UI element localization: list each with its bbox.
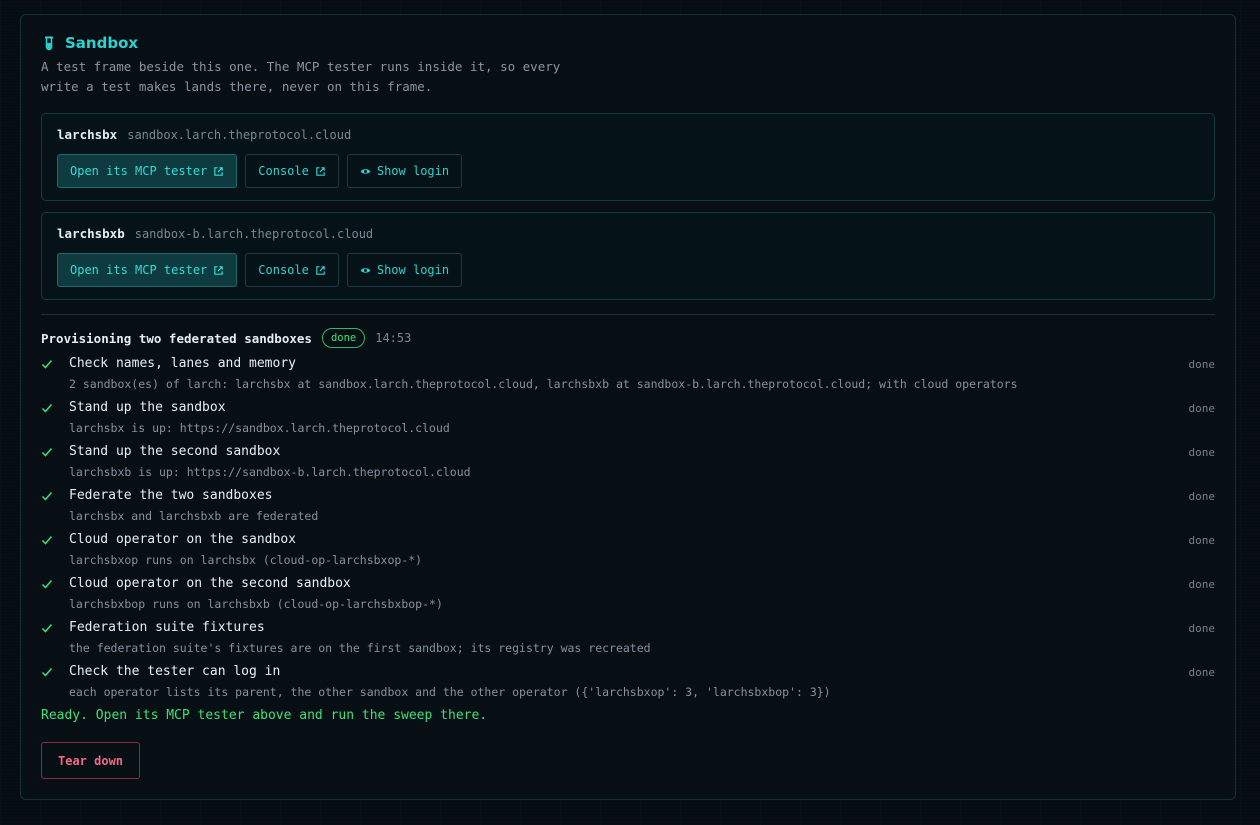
step-detail: larchsbx and larchsbxb are federated [69, 509, 319, 523]
test-tube-icon [45, 36, 53, 51]
open-mcp-tester-label: Open its MCP tester [70, 263, 208, 277]
step-item: Stand up the sandbox done larchsbx is up… [41, 399, 1215, 443]
open-mcp-tester-button[interactable]: Open its MCP tester [57, 154, 238, 188]
step-status: done [1188, 666, 1216, 679]
check-icon [41, 624, 53, 633]
external-link-icon [214, 166, 224, 176]
check-icon [41, 668, 53, 677]
step-item: Check names, lanes and memory done 2 san… [41, 355, 1215, 399]
provisioning-header: Provisioning two federated sandboxes don… [41, 327, 1215, 349]
step-item: Stand up the second sandbox done larchsb… [41, 443, 1215, 487]
step-detail: larchsbxbop runs on larchsbxb (cloud-op-… [69, 597, 443, 611]
sandbox-panel: Sandbox A test frame beside this one. Th… [20, 14, 1236, 800]
console-button[interactable]: Console [245, 154, 339, 188]
check-icon [41, 580, 53, 589]
external-link-icon [316, 265, 325, 275]
show-login-button[interactable]: Show login [346, 253, 463, 287]
sandbox-card-larchsbxb: larchsbxb sandbox-b.larch.theprotocol.cl… [41, 212, 1215, 300]
check-icon [41, 448, 53, 457]
step-detail: larchsbxb is up: https://sandbox-b.larch… [69, 465, 471, 479]
eye-icon [360, 267, 371, 273]
step-label: Cloud operator on the sandbox [69, 532, 296, 547]
step-item: Check the tester can log in done each op… [41, 663, 1215, 707]
open-mcp-tester-button[interactable]: Open its MCP tester [57, 253, 238, 287]
eye-icon [360, 168, 371, 174]
step-status: done [1188, 402, 1216, 415]
check-icon [41, 536, 53, 545]
panel-description: A test frame beside this one. The MCP te… [41, 59, 561, 94]
sandbox-name: larchsbxb [57, 226, 125, 241]
step-list: Check names, lanes and memory done 2 san… [41, 355, 1215, 707]
sandbox-host: sandbox.larch.theprotocol.cloud [127, 128, 352, 142]
step-detail: the federation suite's fixtures are on t… [69, 641, 651, 655]
step-status: done [1188, 578, 1216, 591]
check-icon [41, 492, 53, 501]
sandbox-host: sandbox-b.larch.theprotocol.cloud [134, 227, 374, 241]
provisioning-title: Provisioning two federated sandboxes [41, 330, 312, 346]
step-status: done [1188, 446, 1216, 459]
step-detail: larchsbx is up: https://sandbox.larch.th… [69, 421, 450, 435]
step-item: Cloud operator on the second sandbox don… [41, 575, 1215, 619]
external-link-icon [214, 265, 224, 275]
step-label: Stand up the second sandbox [69, 444, 281, 459]
step-item: Federation suite fixtures done the feder… [41, 619, 1215, 663]
panel-header: Sandbox [41, 33, 1215, 53]
step-status: done [1188, 534, 1216, 547]
step-label: Federate the two sandboxes [69, 488, 273, 503]
tear-down-button[interactable]: Tear down [41, 742, 141, 779]
step-label: Federation suite fixtures [69, 620, 265, 635]
show-login-label: Show login [376, 164, 450, 178]
step-status: done [1188, 358, 1216, 371]
console-button[interactable]: Console [245, 253, 339, 287]
check-icon [41, 404, 53, 413]
show-login-button[interactable]: Show login [346, 154, 463, 188]
status-badge: done [321, 328, 366, 348]
step-item: Federate the two sandboxes done larchsbx… [41, 487, 1215, 531]
external-link-icon [316, 166, 325, 176]
step-label: Check names, lanes and memory [69, 356, 296, 371]
step-status: done [1188, 490, 1216, 503]
ready-message: Ready. Open its MCP tester above and run… [41, 708, 488, 723]
console-label: Console [258, 263, 309, 277]
sandbox-name: larchsbx [57, 127, 118, 142]
step-detail: 2 sandbox(es) of larch: larchsbx at sand… [69, 377, 1018, 391]
divider [41, 314, 1215, 315]
step-label: Check the tester can log in [69, 664, 281, 679]
panel-title: Sandbox [65, 34, 139, 52]
provisioning-time: 14:53 [375, 331, 412, 345]
open-mcp-tester-label: Open its MCP tester [70, 164, 208, 178]
show-login-label: Show login [376, 263, 450, 277]
sandbox-card-larchsbx: larchsbx sandbox.larch.theprotocol.cloud… [41, 113, 1215, 201]
step-detail: each operator lists its parent, the othe… [69, 685, 831, 699]
step-label: Cloud operator on the second sandbox [69, 576, 351, 591]
check-icon [41, 360, 53, 369]
step-detail: larchsbxop runs on larchsbx (cloud-op-la… [69, 553, 423, 567]
step-status: done [1188, 622, 1216, 635]
step-label: Stand up the sandbox [69, 400, 226, 415]
step-item: Cloud operator on the sandbox done larch… [41, 531, 1215, 575]
console-label: Console [258, 164, 309, 178]
